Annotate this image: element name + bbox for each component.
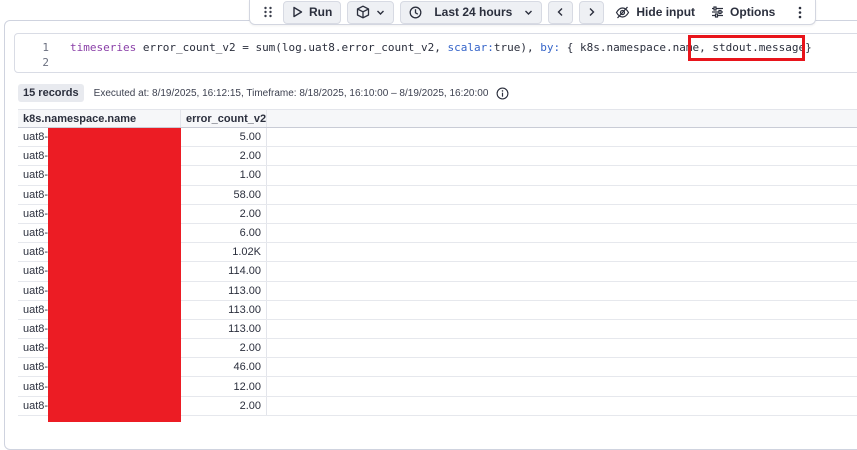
info-icon[interactable] bbox=[496, 87, 509, 100]
run-label: Run bbox=[309, 5, 333, 19]
eye-off-icon bbox=[615, 6, 630, 19]
options-button[interactable]: Options bbox=[703, 1, 783, 24]
cell-error-count: 2.00 bbox=[181, 339, 267, 358]
cube-icon bbox=[356, 5, 370, 19]
result-meta: 15 records Executed at: 8/19/2025, 16:12… bbox=[18, 84, 509, 102]
code-text: true), bbox=[493, 41, 541, 54]
records-count-badge: 15 records bbox=[18, 84, 84, 102]
code-text: error_count_v2 = sum(log.uat8.error_coun… bbox=[136, 41, 448, 54]
cell-error-count: 1.02K bbox=[181, 243, 267, 262]
line-number: 1 bbox=[42, 41, 49, 54]
hide-input-label: Hide input bbox=[636, 5, 696, 19]
code-keyword: timeseries bbox=[70, 41, 137, 54]
more-vertical-icon bbox=[798, 6, 802, 19]
code-param: scalar: bbox=[447, 41, 494, 54]
cell-error-count: 114.00 bbox=[181, 262, 267, 281]
more-actions-button[interactable] bbox=[791, 1, 809, 24]
timeframe-next-button[interactable] bbox=[579, 0, 605, 24]
section-toolbar: Run Last 24 hours Hide input Options bbox=[249, 0, 817, 25]
cell-error-count: 2.00 bbox=[181, 147, 267, 166]
annotation-highlight-box bbox=[688, 35, 805, 61]
redaction-block bbox=[48, 128, 181, 422]
column-header-error-count[interactable]: error_count_v2 bbox=[181, 110, 267, 127]
drag-handle-icon bbox=[263, 6, 273, 18]
column-header-namespace[interactable]: k8s.namespace.name bbox=[18, 110, 181, 127]
timeframe-label: Last 24 hours bbox=[434, 5, 513, 19]
run-button[interactable]: Run bbox=[283, 0, 342, 24]
chevron-down-icon bbox=[524, 8, 533, 17]
cell-error-count: 113.00 bbox=[181, 300, 267, 319]
clock-icon bbox=[409, 6, 422, 19]
code-param: by: bbox=[540, 41, 561, 54]
chevron-right-icon bbox=[587, 7, 596, 17]
cell-error-count: 113.00 bbox=[181, 281, 267, 300]
cell-error-count: 2.00 bbox=[181, 204, 267, 223]
cell-error-count: 2.00 bbox=[181, 396, 267, 415]
data-source-dropdown[interactable] bbox=[347, 0, 395, 24]
hide-input-button[interactable]: Hide input bbox=[607, 1, 703, 24]
table-header: k8s.namespace.name error_count_v2 bbox=[18, 109, 857, 128]
play-icon bbox=[292, 6, 303, 18]
cell-error-count: 58.00 bbox=[181, 185, 267, 204]
cell-error-count: 12.00 bbox=[181, 377, 267, 396]
cell-error-count: 5.00 bbox=[181, 128, 267, 147]
cell-error-count: 113.00 bbox=[181, 319, 267, 339]
drag-handle[interactable] bbox=[256, 1, 280, 24]
sliders-icon bbox=[711, 6, 724, 18]
cell-error-count: 6.00 bbox=[181, 223, 267, 243]
line-number: 2 bbox=[42, 56, 49, 69]
chevron-left-icon bbox=[556, 7, 565, 17]
chevron-down-icon bbox=[376, 8, 385, 17]
timeframe-previous-button[interactable] bbox=[548, 0, 574, 24]
options-label: Options bbox=[730, 5, 776, 19]
cell-error-count: 1.00 bbox=[181, 166, 267, 185]
timeframe-selector[interactable]: Last 24 hours bbox=[400, 0, 543, 24]
cell-error-count: 46.00 bbox=[181, 358, 267, 377]
execution-info: Executed at: 8/19/2025, 16:12:15, Timefr… bbox=[93, 87, 489, 99]
